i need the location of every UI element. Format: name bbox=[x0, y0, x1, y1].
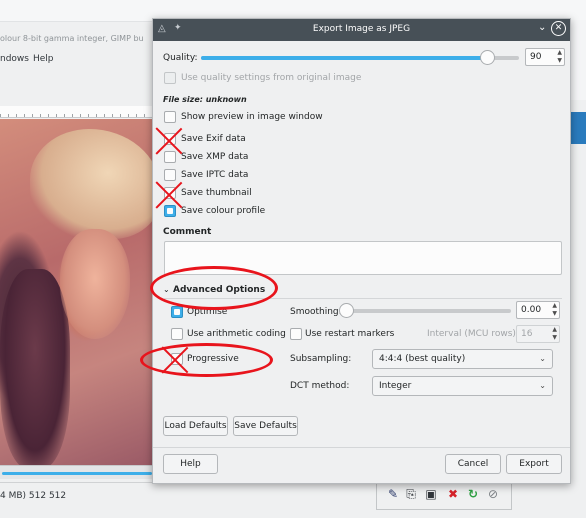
chevron-down-icon: ⌄ bbox=[539, 381, 546, 390]
quality-slider[interactable] bbox=[201, 56, 519, 60]
image-window-title: olour 8-bit gamma integer, GIMP bu bbox=[0, 34, 144, 43]
restart-markers-label: Use restart markers bbox=[305, 329, 395, 339]
smoothing-spinbox[interactable]: 0.00 ▲ ▼ bbox=[516, 301, 560, 319]
file-size-label: File size: unknown bbox=[163, 95, 247, 104]
dialog-titlebar[interactable]: ◬ ✦ Export Image as JPEG ⌄ ✕ bbox=[153, 19, 570, 41]
smoothing-slider[interactable] bbox=[346, 309, 511, 313]
subsampling-value: 4:4:4 (best quality) bbox=[379, 354, 466, 364]
quality-slider-fill bbox=[201, 56, 488, 60]
restart-markers-checkbox[interactable] bbox=[290, 328, 302, 340]
quality-value: 90 bbox=[530, 52, 542, 62]
pencil-icon[interactable]: ✎ bbox=[386, 486, 400, 502]
cancel-button[interactable]: Cancel bbox=[445, 454, 501, 474]
interval-value: 16 bbox=[521, 329, 533, 339]
chevron-down-icon[interactable]: ⌄ bbox=[538, 22, 546, 33]
dialog-title: Export Image as JPEG bbox=[312, 24, 411, 34]
export-jpeg-dialog: ◬ ✦ Export Image as JPEG ⌄ ✕ Quality: 90… bbox=[152, 18, 571, 484]
chevron-down-icon: ⌄ bbox=[539, 354, 546, 363]
menu-help[interactable]: Help bbox=[33, 54, 54, 64]
arithmetic-coding-checkbox[interactable] bbox=[171, 328, 183, 340]
quality-spinbox[interactable]: 90 ▲ ▼ bbox=[525, 48, 565, 66]
save-exif-label: Save Exif data bbox=[181, 134, 246, 144]
refresh-icon[interactable]: ↻ bbox=[466, 486, 480, 502]
subsampling-select[interactable]: 4:4:4 (best quality) ⌄ bbox=[372, 349, 553, 369]
close-icon[interactable]: ✕ bbox=[551, 21, 566, 36]
dct-method-value: Integer bbox=[379, 381, 412, 391]
quality-label: Quality: bbox=[163, 53, 198, 63]
spin-arrows-icon[interactable]: ▲ ▼ bbox=[557, 49, 562, 65]
load-defaults-button[interactable]: Load Defaults bbox=[163, 416, 228, 436]
subsampling-label: Subsampling: bbox=[290, 354, 352, 364]
help-button[interactable]: Help bbox=[163, 454, 218, 474]
image-canvas[interactable] bbox=[0, 119, 155, 465]
status-text: 4 MB) 512 512 bbox=[0, 491, 67, 501]
export-button[interactable]: Export bbox=[506, 454, 562, 474]
smoothing-slider-handle[interactable] bbox=[339, 303, 354, 318]
dct-method-label: DCT method: bbox=[290, 381, 350, 391]
horizontal-scrollbar[interactable] bbox=[0, 465, 155, 479]
spin-arrows-icon[interactable]: ▲ ▼ bbox=[552, 326, 557, 342]
comment-label: Comment bbox=[163, 227, 212, 237]
interval-spinbox[interactable]: 16 ▲ ▼ bbox=[516, 325, 560, 343]
save-xmp-label: Save XMP data bbox=[181, 152, 249, 162]
use-original-quality-checkbox[interactable] bbox=[164, 72, 176, 84]
annotation-cross-exif bbox=[154, 126, 184, 156]
show-preview-checkbox[interactable] bbox=[164, 111, 176, 123]
menu-windows[interactable]: ndows bbox=[0, 54, 29, 64]
annotation-cross-thumbnail bbox=[154, 180, 184, 210]
interval-label: Interval (MCU rows): bbox=[427, 329, 519, 339]
save-defaults-button[interactable]: Save Defaults bbox=[233, 416, 298, 436]
smoothing-label: Smoothing: bbox=[290, 307, 342, 317]
annotation-circle-progressive bbox=[140, 343, 273, 377]
delete-icon[interactable]: ✖ bbox=[446, 486, 460, 502]
spin-arrows-icon[interactable]: ▲ ▼ bbox=[552, 302, 557, 318]
dct-method-select[interactable]: Integer ⌄ bbox=[372, 376, 553, 396]
smoothing-value: 0.00 bbox=[521, 305, 542, 315]
save-icon[interactable]: ▣ bbox=[424, 486, 438, 502]
horizontal-ruler bbox=[0, 106, 155, 118]
canvas-image-region bbox=[0, 269, 70, 465]
canvas-image-region bbox=[60, 229, 130, 339]
arithmetic-coding-label: Use arithmetic coding bbox=[187, 329, 286, 339]
optimise-checkbox[interactable] bbox=[171, 306, 183, 318]
canvas-image-region bbox=[30, 129, 155, 239]
save-iptc-label: Save IPTC data bbox=[181, 170, 249, 180]
save-thumbnail-label: Save thumbnail bbox=[181, 188, 252, 198]
new-document-icon[interactable]: ⎘ bbox=[404, 486, 418, 502]
stop-icon[interactable]: ⊘ bbox=[486, 486, 500, 502]
quality-slider-handle[interactable] bbox=[480, 50, 496, 65]
save-colour-profile-label: Save colour profile bbox=[181, 206, 266, 216]
annotation-circle-advanced bbox=[150, 266, 278, 310]
use-original-quality-label: Use quality settings from original image bbox=[181, 73, 362, 83]
button-separator bbox=[153, 447, 570, 448]
show-preview-label: Show preview in image window bbox=[181, 112, 323, 122]
